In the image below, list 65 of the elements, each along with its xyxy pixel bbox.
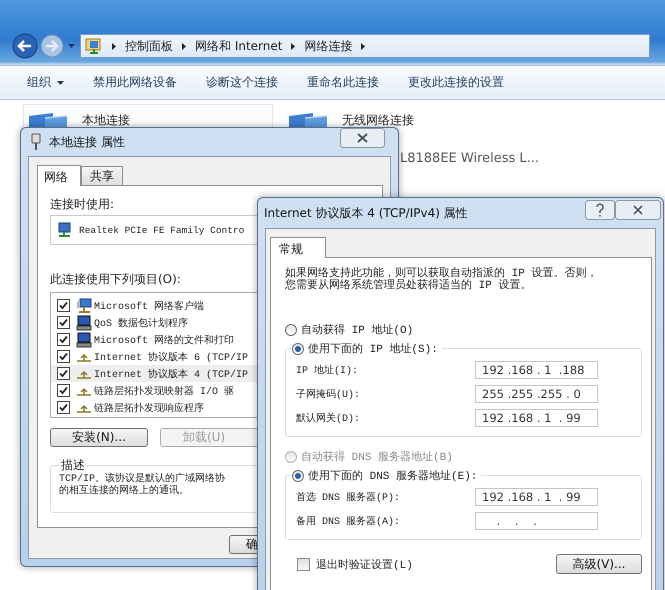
advanced-button[interactable]: 高级(V)... bbox=[556, 554, 642, 574]
adapter-name: Realtek PCIe FE Family Contro bbox=[79, 224, 244, 236]
forward-icon[interactable] bbox=[40, 34, 64, 58]
network-cable-icon bbox=[31, 133, 41, 151]
chevron-icon[interactable] bbox=[291, 42, 296, 50]
ip-address-field[interactable]: 192 .168 . 1 . 99 bbox=[475, 409, 598, 427]
help-icon[interactable] bbox=[585, 200, 615, 220]
field-label: 连接时使用: bbox=[50, 196, 114, 213]
description-text: TCP/IP。该协议是默认的广域网络协 bbox=[59, 474, 226, 485]
description-text: 的相互连接的网络上的通讯。 bbox=[59, 486, 189, 498]
chevron-icon[interactable] bbox=[182, 42, 186, 50]
breadcrumb-item[interactable]: 网络连接 bbox=[304, 38, 352, 54]
checkbox[interactable] bbox=[57, 384, 70, 397]
toolbar-button[interactable]: 重命名此连接 bbox=[298, 71, 388, 94]
adapter-name: L8188EE Wireless L... bbox=[400, 151, 540, 166]
field-label: IP 地址(I): bbox=[296, 364, 358, 377]
checkbox[interactable] bbox=[57, 350, 70, 363]
checkbox[interactable] bbox=[57, 299, 70, 312]
dialog-title: Internet 协议版本 4 (TCP/IPv4) 属性 bbox=[264, 204, 468, 222]
toolbar-button[interactable]: 禁用此网络设备 bbox=[84, 71, 186, 94]
group-title: 描述 bbox=[60, 457, 86, 474]
connection-name: 本地连接 bbox=[82, 112, 130, 129]
toolbar-button[interactable]: 更改此连接的设置 bbox=[399, 71, 513, 94]
breadcrumb-item[interactable]: 控制面板 bbox=[125, 38, 173, 54]
caret-icon[interactable] bbox=[68, 44, 75, 48]
address-bar[interactable]: 控制面板 网络和 Internet 网络连接 bbox=[80, 34, 650, 58]
close-icon[interactable] bbox=[615, 200, 661, 220]
network-folder-icon bbox=[85, 37, 103, 55]
close-icon[interactable] bbox=[340, 128, 385, 148]
toolbar-button[interactable]: 诊断这个连接 bbox=[197, 71, 287, 94]
chevron-icon[interactable] bbox=[361, 42, 366, 50]
field-label: 默认网关(D): bbox=[296, 412, 360, 425]
intro-text: 您需要从网络系统管理员处获得适当的 IP 设置。 bbox=[285, 280, 532, 292]
chevron-icon[interactable] bbox=[112, 42, 116, 50]
tab[interactable]: 网络 bbox=[37, 165, 81, 186]
radio-option[interactable]: 使用下面的 IP 地址(S): bbox=[292, 341, 442, 356]
tab[interactable]: 常规 bbox=[270, 237, 326, 258]
toolbar-button[interactable]: 组织 bbox=[18, 71, 73, 94]
checkbox[interactable] bbox=[57, 316, 70, 329]
checkbox-option[interactable]: 退出时验证设置(L) bbox=[297, 556, 413, 572]
client-icon bbox=[76, 298, 92, 314]
ip-address-field[interactable]: 255 .255 .255 . 0 bbox=[475, 385, 598, 403]
field-label: 子网掩码(U): bbox=[296, 388, 360, 401]
caret-icon bbox=[57, 80, 64, 84]
radio-option[interactable]: 使用下面的 DNS 服务器地址(E): bbox=[292, 468, 482, 483]
dialog-title: 本地连接 属性 bbox=[49, 134, 125, 150]
breadcrumb-item[interactable]: 网络和 Internet bbox=[195, 38, 282, 54]
radio-option[interactable]: 自动获得 IP 地址(O) bbox=[285, 322, 641, 337]
checkbox[interactable] bbox=[57, 333, 70, 346]
dialog-button[interactable]: 安装(N)... bbox=[50, 428, 148, 447]
intro-text: 如果网络支持此功能，则可以获取自动指派的 IP 设置。否则， bbox=[285, 268, 598, 280]
field-label: 首选 DNS 服务器(P): bbox=[296, 490, 400, 504]
ip-address-field[interactable]: 192 .168 . 1 . 99 bbox=[475, 488, 598, 506]
back-icon[interactable] bbox=[12, 33, 38, 59]
tab[interactable]: 共享 bbox=[81, 166, 123, 185]
field-label: 备用 DNS 服务器(A): bbox=[296, 515, 400, 528]
network-adapter-icon bbox=[57, 222, 73, 238]
checkbox[interactable] bbox=[57, 367, 70, 380]
computer-icon bbox=[76, 332, 92, 348]
checkbox[interactable] bbox=[57, 401, 70, 414]
computer-icon bbox=[76, 314, 92, 330]
connection-name: 无线网络连接 bbox=[342, 112, 415, 129]
ip-address-field[interactable]: . . . bbox=[475, 512, 598, 530]
ip-address-field[interactable]: 192 .168 . 1 .188 bbox=[475, 361, 598, 379]
list-label: 此连接使用下列项目(O): bbox=[50, 271, 181, 288]
